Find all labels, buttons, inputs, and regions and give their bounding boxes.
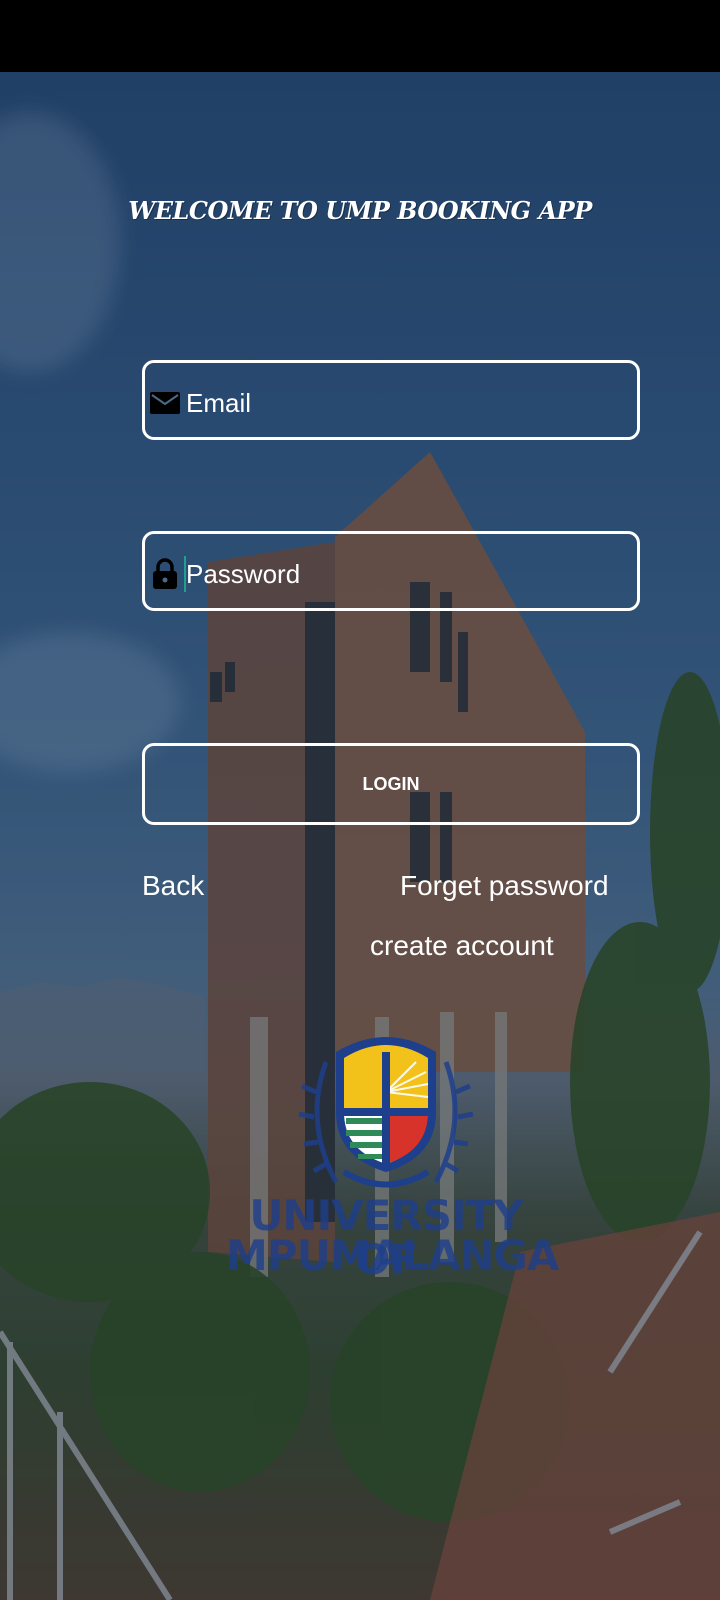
logo-text-line2: MPUMALANGA — [226, 1231, 559, 1280]
email-placeholder: Email — [186, 388, 252, 418]
envelope-icon — [150, 392, 180, 414]
forget-password-link[interactable]: Forget password — [400, 869, 609, 903]
status-bar — [0, 0, 720, 72]
page-title: WELCOME TO UMP BOOKING APP — [128, 196, 592, 225]
password-placeholder: Password — [186, 559, 301, 589]
login-button[interactable]: LOGIN — [142, 743, 640, 825]
login-screen: WELCOME TO UMP BOOKING APP Email Passwor… — [0, 72, 720, 1600]
lock-icon — [153, 558, 177, 589]
back-link[interactable]: Back — [142, 869, 204, 903]
background-tint — [0, 72, 720, 1600]
create-account-link[interactable]: create account — [370, 929, 554, 963]
email-field[interactable]: Email — [142, 360, 640, 440]
password-field[interactable]: Password — [142, 531, 640, 611]
